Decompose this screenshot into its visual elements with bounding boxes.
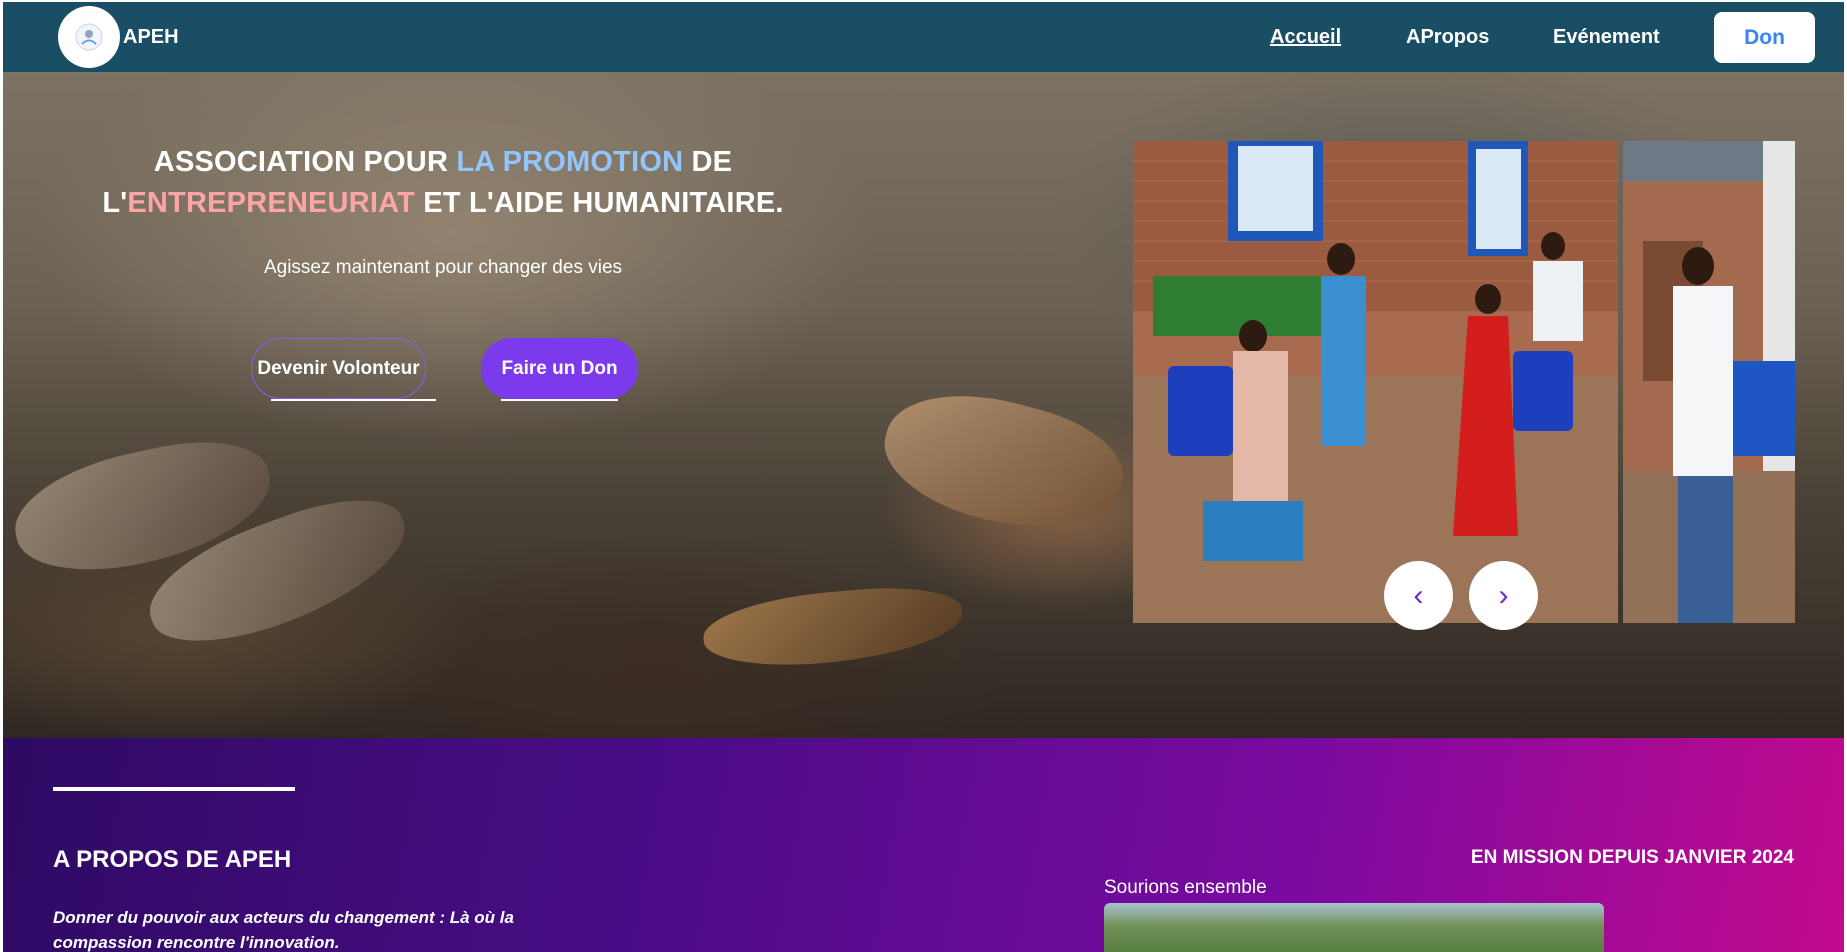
carousel-prev-button[interactable]: ‹ xyxy=(1384,561,1453,630)
top-navbar: APEH Accueil APropos Evénement Don xyxy=(3,2,1844,72)
about-section: A PROPOS DE APEH Donner du pouvoir aux a… xyxy=(3,738,1844,952)
hero-title: ASSOCIATION POUR LA PROMOTION DE L'ENTRE… xyxy=(63,142,823,224)
nav-link-apropos[interactable]: APropos xyxy=(1406,26,1489,49)
hero-title-part3: L' xyxy=(102,187,128,219)
carousel-slide-1 xyxy=(1133,141,1618,623)
apeh-logo-icon xyxy=(75,23,103,51)
image-carousel xyxy=(1133,141,1795,623)
hero-section: ASSOCIATION POUR LA PROMOTION DE L'ENTRE… xyxy=(3,72,1844,738)
hero-title-highlight-promotion: LA PROMOTION xyxy=(456,146,684,178)
hero-title-part1: ASSOCIATION POUR xyxy=(153,146,457,178)
about-title: A PROPOS DE APEH xyxy=(53,846,292,873)
apeh-logo[interactable] xyxy=(58,6,120,68)
carousel-next-button[interactable]: › xyxy=(1469,561,1538,630)
event-photo-icon xyxy=(1133,141,1618,623)
hero-title-highlight-entrepreneuriat: ENTREPRENEURIAT xyxy=(127,187,416,219)
event-photo-icon xyxy=(1623,141,1795,623)
leaf-decoration xyxy=(871,372,1135,552)
donate-button[interactable]: Faire un Don xyxy=(481,338,638,399)
brand-name[interactable]: APEH xyxy=(123,26,179,49)
nav-link-evenement[interactable]: Evénement xyxy=(1553,26,1660,49)
about-divider xyxy=(53,787,295,791)
leaf-decoration xyxy=(700,580,966,674)
hero-subtitle: Agissez maintenant pour changer des vies xyxy=(263,257,623,278)
hero-title-part2: DE xyxy=(683,146,733,178)
about-quote: Donner du pouvoir aux acteurs du changem… xyxy=(53,908,514,952)
hero-title-part4: ET L'AIDE HUMANITAIRE. xyxy=(415,187,784,219)
don-button[interactable]: Don xyxy=(1714,12,1815,63)
mission-text: EN MISSION DEPUIS JANVIER 2024 xyxy=(1470,847,1794,868)
volunteer-button[interactable]: Devenir Volonteur xyxy=(251,338,426,399)
donate-underline xyxy=(501,399,618,401)
carousel-slide-2 xyxy=(1623,141,1795,623)
nav-link-accueil[interactable]: Accueil xyxy=(1270,26,1341,49)
support-label: Sourions ensemble xyxy=(1104,877,1267,898)
support-image xyxy=(1104,903,1604,952)
volunteer-underline xyxy=(271,399,436,401)
